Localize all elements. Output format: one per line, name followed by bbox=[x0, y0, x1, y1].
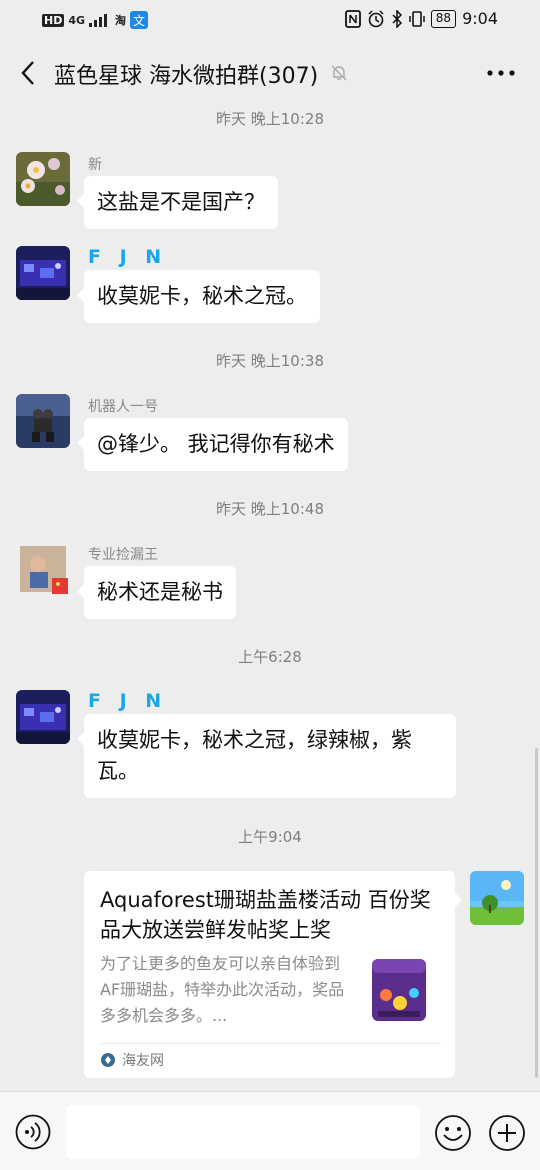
alarm-icon bbox=[368, 9, 384, 27]
message-bubble[interactable]: @锋少。 我记得你有秘术 bbox=[77, 418, 348, 471]
message-bubble[interactable]: 这盐是不是国产？ bbox=[77, 176, 278, 229]
status-bar: HD 4G 淘 文 88 9:04 bbox=[0, 0, 540, 40]
link-card-source: 海友网 bbox=[100, 1050, 164, 1070]
status-right: 88 9:04 bbox=[344, 9, 498, 28]
status-left: HD 4G 淘 文 bbox=[42, 11, 149, 29]
emoji-icon[interactable] bbox=[434, 1114, 472, 1152]
avatar-robot-image bbox=[16, 394, 70, 448]
avatar[interactable] bbox=[16, 246, 70, 300]
back-button[interactable] bbox=[14, 58, 44, 88]
avatar-flowers-image bbox=[16, 152, 70, 206]
avatar[interactable] bbox=[16, 542, 70, 596]
scrollbar[interactable] bbox=[535, 748, 538, 1078]
clock: 9:04 bbox=[462, 9, 498, 28]
chat-title: 蓝色星球 海水微拍群(307) bbox=[54, 64, 319, 89]
battery-indicator: 88 bbox=[430, 9, 457, 28]
nfc-icon bbox=[344, 9, 361, 28]
salt-bucket-thumbnail bbox=[372, 959, 426, 1021]
chat-header: 蓝色星球 海水微拍群(307) bbox=[0, 40, 540, 106]
bluetooth-icon bbox=[392, 9, 402, 28]
chat-messages[interactable]: 昨天 晚上10:28 新 这盐是不是国产？ F J N 收莫妮卡，秘术之冠。 昨… bbox=[0, 106, 540, 1091]
avatar[interactable] bbox=[16, 394, 70, 448]
sender-name: F J N bbox=[88, 690, 168, 712]
signal-icon bbox=[89, 14, 108, 27]
link-card[interactable]: Aquaforest珊瑚盐盖楼活动 百份奖品大放送尝鲜发帖奖上奖 为了让更多的鱼… bbox=[84, 871, 462, 1078]
carrier-icon: 淘 bbox=[115, 14, 127, 27]
avatar-landscape-image bbox=[470, 871, 524, 925]
bell-off-icon bbox=[331, 65, 347, 81]
avatar[interactable] bbox=[16, 152, 70, 206]
sender-name: 专业捡漏王 bbox=[88, 547, 158, 563]
link-card-title: Aquaforest珊瑚盐盖楼活动 百份奖品大放送尝鲜发帖奖上奖 bbox=[100, 888, 431, 942]
message-input[interactable] bbox=[66, 1105, 420, 1159]
source-logo-icon bbox=[101, 1053, 115, 1067]
timestamp: 上午6:28 bbox=[238, 648, 302, 666]
svg-text:文: 文 bbox=[133, 13, 145, 28]
avatar-aquarium-image bbox=[16, 246, 70, 300]
link-card-divider bbox=[100, 1043, 441, 1044]
network-label: 4G bbox=[68, 13, 86, 27]
message-bubble[interactable]: 收莫妮卡，秘术之冠，绿辣椒，紫瓦。 bbox=[77, 714, 456, 798]
voice-icon[interactable] bbox=[15, 1114, 51, 1150]
sender-name: 机器人一号 bbox=[88, 399, 158, 415]
input-bar bbox=[0, 1091, 540, 1170]
timestamp: 昨天 晚上10:38 bbox=[216, 352, 324, 370]
message-bubble[interactable]: 秘术还是秘书 bbox=[77, 566, 236, 619]
avatar-aquarium-image bbox=[16, 690, 70, 744]
app-notification-icon: 文 bbox=[130, 11, 149, 29]
source-name: 海友网 bbox=[122, 1053, 164, 1069]
hd-badge: HD bbox=[42, 13, 65, 27]
sender-name: F J N bbox=[88, 246, 168, 268]
plus-icon[interactable] bbox=[488, 1114, 526, 1152]
timestamp: 上午9:04 bbox=[238, 828, 302, 846]
vibrate-icon bbox=[409, 10, 425, 27]
sender-name: 新 bbox=[88, 157, 102, 173]
avatar-child-image bbox=[16, 542, 70, 596]
timestamp: 昨天 晚上10:48 bbox=[216, 500, 324, 518]
link-card-description: 为了让更多的鱼友可以亲自体验到AF珊瑚盐，特举办此次活动，奖品多多机会多多。..… bbox=[100, 954, 345, 1025]
my-avatar[interactable] bbox=[470, 871, 524, 925]
timestamp: 昨天 晚上10:28 bbox=[216, 110, 324, 128]
more-dots-icon[interactable] bbox=[486, 66, 516, 80]
message-bubble[interactable]: 收莫妮卡，秘术之冠。 bbox=[77, 270, 320, 323]
avatar[interactable] bbox=[16, 690, 70, 744]
